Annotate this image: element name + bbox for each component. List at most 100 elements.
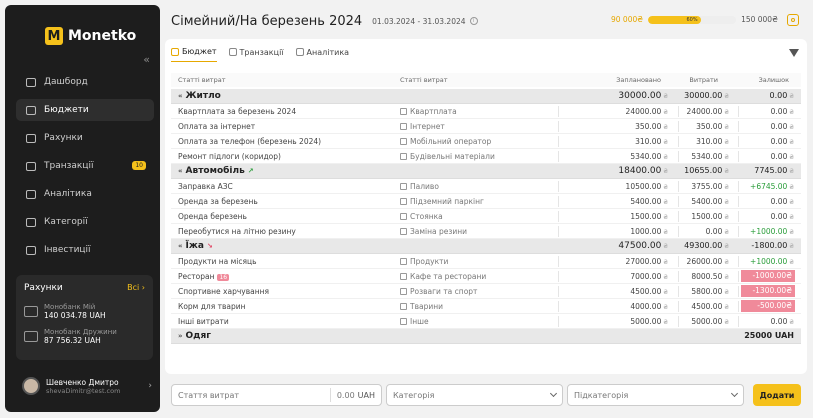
table-row[interactable]: Корм для тварин Тварини 4000.00 ₴ 4500.00 ₴ -5…	[171, 299, 801, 314]
category-icon	[400, 288, 407, 295]
divider	[558, 226, 559, 237]
account-amount: 87 756.32 UAH	[44, 336, 101, 345]
c5-value: +6745.00 ₴	[750, 182, 794, 191]
sidebar-item-6[interactable]: Інвестиції	[16, 239, 154, 261]
item-name: Спортивне харчування	[178, 287, 270, 296]
chevron-down-icon	[730, 389, 739, 398]
category-icon	[400, 273, 407, 280]
group-row[interactable]: «Автомобіль ↗ 18400.00 ₴ 10655.00 ₴ 7745.00 ₴	[171, 164, 801, 179]
category-name: Кафе та ресторани	[410, 272, 487, 281]
item-name: Оплата за телефон (березень 2024)	[178, 137, 322, 146]
col-planned[interactable]: Заплановано	[616, 76, 661, 84]
currency-symbol: ₴	[724, 289, 729, 296]
table-row[interactable]: Оплата за телефон (березень 2024) Мобільн…	[171, 134, 801, 149]
divider	[738, 316, 739, 327]
item-name: Оренда березень	[178, 212, 247, 221]
divider	[738, 121, 739, 132]
currency-symbol: ₴	[663, 154, 668, 161]
filter-icon[interactable]	[789, 49, 799, 57]
col-left[interactable]: Залишок	[759, 76, 789, 84]
sidebar-item-3[interactable]: Транзакції 10	[16, 155, 154, 177]
add-button[interactable]: Додати	[753, 384, 801, 406]
group-name: Одяг	[185, 331, 211, 341]
collapse-sidebar-icon[interactable]: «	[143, 53, 150, 66]
tab-icon	[228, 48, 237, 56]
divider	[678, 106, 679, 117]
chevron-icon[interactable]: «	[178, 92, 183, 100]
divider	[678, 301, 679, 312]
category-name: Заміна резини	[410, 227, 468, 236]
tab-2[interactable]: Аналітика	[295, 47, 349, 62]
table-row[interactable]: Спортивне харчування Розваги та спорт 4500…	[171, 284, 801, 299]
tab-1[interactable]: Транзакції	[228, 47, 284, 62]
chevron-icon[interactable]: »	[178, 332, 183, 340]
category-icon	[400, 108, 407, 115]
c4-value: 26000.00 ₴	[686, 257, 729, 266]
sidebar-item-label: Рахунки	[44, 133, 83, 143]
table-row[interactable]: Оплата за інтернет Інтернет 350.00 ₴ 350.00 ₴…	[171, 119, 801, 134]
currency-symbol: ₴	[724, 229, 729, 236]
table-row[interactable]: Заправка АЗС Паливо 10500.00 ₴ 3755.00 ₴ +6745…	[171, 179, 801, 194]
sidebar-item-4[interactable]: Аналітика	[16, 183, 154, 205]
divider	[738, 196, 739, 207]
page-title: Сімейний/На березень 2024	[171, 13, 363, 29]
divider	[558, 181, 559, 192]
table-row[interactable]: Інші витрати Інше 5000.00 ₴ 5000.00 ₴ 0.00 ₴	[171, 314, 801, 329]
table-row[interactable]: Квартплата за березень 2024 Квартплата 240…	[171, 104, 801, 119]
card-icon	[24, 331, 38, 342]
subcategory-select[interactable]: Підкатегорія	[567, 384, 744, 406]
group-row[interactable]: «Їжа ↘ 47500.00 ₴ 49300.00 ₴ -1800.00 ₴	[171, 239, 801, 254]
table-row[interactable]: Ремонт підлоги (коридор) Будівельні матер…	[171, 149, 801, 164]
table-row[interactable]: Оренда березень Стоянка 1500.00 ₴ 1500.00 ₴ 0.…	[171, 209, 801, 224]
date-range[interactable]: 01.03.2024 - 31.03.2024 i	[372, 17, 478, 26]
sidebar-item-2[interactable]: Рахунки	[16, 127, 154, 149]
chevron-icon[interactable]: «	[178, 167, 183, 175]
col-item[interactable]: Статті витрат	[178, 76, 226, 84]
account-name: Монобанк Мій	[44, 303, 96, 311]
col-spent[interactable]: Витрати	[689, 76, 718, 84]
account-row[interactable]: Монобанк Дружини 87 756.32 UAH	[24, 328, 145, 345]
category-icon	[400, 303, 407, 310]
c5-value: 0.00 ₴	[770, 212, 794, 221]
info-icon[interactable]: i	[469, 17, 478, 25]
divider	[738, 151, 739, 162]
category-name: Тварини	[410, 302, 444, 311]
table-row[interactable]: Переобутися на літню резину Заміна резини…	[171, 224, 801, 239]
account-row[interactable]: Монобанк Мій 140 034.78 UAH	[24, 303, 145, 320]
category-icon	[400, 198, 407, 205]
currency-symbol: ₴	[663, 93, 668, 100]
category-name: Інше	[410, 317, 429, 326]
group-row[interactable]: «Житло 30000.00 ₴ 30000.00 ₴ 0.00 ₴	[171, 89, 801, 104]
accounts-all-link[interactable]: Всі ›	[127, 283, 145, 293]
budget-spent: 90 000₴	[611, 15, 644, 24]
chevron-icon[interactable]: «	[178, 242, 183, 250]
currency-symbol: ₴	[789, 243, 794, 250]
settings-icon[interactable]	[787, 14, 799, 26]
c4-value: 5800.00 ₴	[691, 287, 729, 296]
item-input[interactable]: Стаття витрат 0.00 UAH	[171, 384, 382, 406]
currency-symbol: ₴	[663, 139, 668, 146]
currency-symbol: ₴	[789, 124, 794, 131]
tab-icon	[171, 47, 179, 56]
sidebar-item-5[interactable]: Категорії	[16, 211, 154, 233]
user-profile[interactable]: Шевченко Дмитро shevaDimitr@test.com ›	[22, 377, 152, 395]
c3-value: 5000.00 ₴	[630, 317, 668, 326]
divider	[558, 256, 559, 267]
currency-symbol: ₴	[663, 214, 668, 221]
col-category[interactable]: Статті витрат	[400, 76, 448, 84]
sidebar-item-1[interactable]: Бюджети	[16, 99, 154, 121]
tab-0[interactable]: Бюджет	[171, 47, 217, 62]
sidebar-item-label: Дашборд	[44, 77, 88, 87]
group-row[interactable]: » Одяг 25000 UAH	[171, 329, 801, 344]
c4-value: 8000.50 ₴	[691, 272, 729, 281]
table-row[interactable]: Оренда за березень Підземний паркінг 5400.…	[171, 194, 801, 209]
table-row[interactable]: Ресторан 16 Кафе та ресторани 7000.00 ₴ 8000.…	[171, 269, 801, 284]
table-row[interactable]: Продукти на місяць Продукти 27000.00 ₴ 26000…	[171, 254, 801, 269]
logo[interactable]: M Monetko	[45, 27, 136, 45]
c3-value: 1000.00 ₴	[630, 227, 668, 236]
c3-value: 5400.00 ₴	[630, 197, 668, 206]
c5-value: +1000.00 ₴	[750, 257, 794, 266]
category-select[interactable]: Категорія	[386, 384, 563, 406]
sidebar-item-0[interactable]: Дашборд	[16, 71, 154, 93]
category-name: Стоянка	[410, 212, 443, 221]
